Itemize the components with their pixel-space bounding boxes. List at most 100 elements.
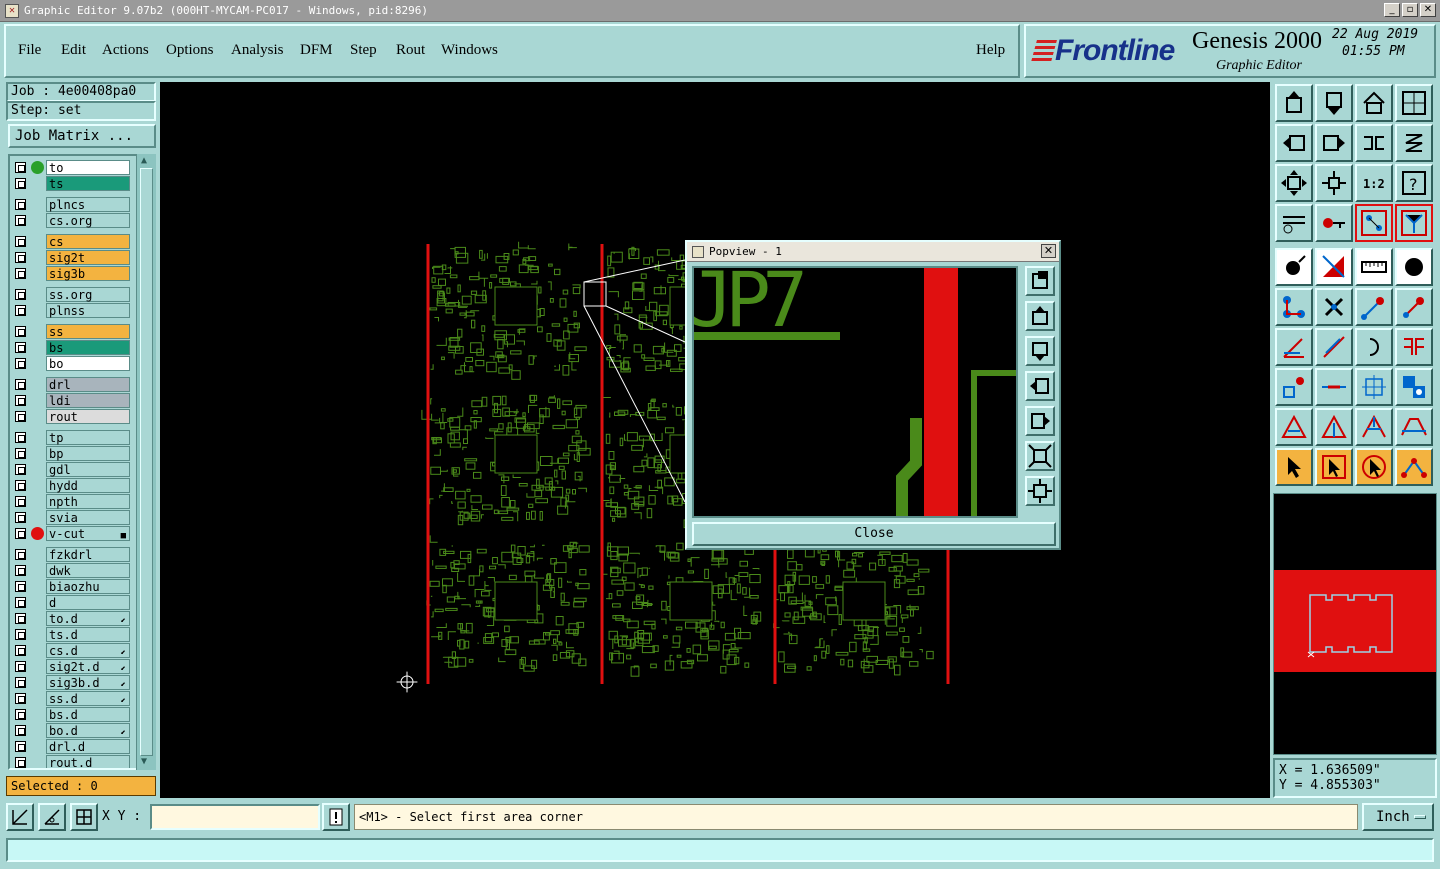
layer-name[interactable]: ss.d ⬋ xyxy=(46,691,130,706)
split-tool-button[interactable] xyxy=(1395,328,1433,366)
layer-checkbox[interactable] xyxy=(15,432,26,443)
layer-checkbox[interactable] xyxy=(15,677,26,688)
layer-name[interactable]: ss xyxy=(46,324,130,339)
layer-name[interactable]: to.d ⬋ xyxy=(46,611,130,626)
popview-zoom-view[interactable]: JP7 xyxy=(688,255,1018,518)
scale-1-2-tool-button[interactable]: 1:2 xyxy=(1355,164,1393,202)
layer-name[interactable]: sig2t.d ⬋ xyxy=(46,659,130,674)
layer-checkbox[interactable] xyxy=(15,236,26,247)
surface-tool-button[interactable] xyxy=(1315,248,1353,286)
layer-checkbox[interactable] xyxy=(15,709,26,720)
layer-name[interactable]: v-cut ■ xyxy=(46,526,130,541)
select-net-tool-button[interactable] xyxy=(1395,448,1433,486)
layer-row[interactable]: rout xyxy=(12,409,130,424)
layer-name[interactable]: gdl xyxy=(46,462,130,477)
key-tool-button[interactable] xyxy=(1315,204,1353,242)
popview-close-icon[interactable]: ✕ xyxy=(1041,244,1056,258)
delete-tool-button[interactable] xyxy=(1315,288,1353,326)
snap-points-tool-button[interactable] xyxy=(1355,204,1393,242)
layer-row[interactable]: cs.d ⬋ xyxy=(12,643,130,658)
layer-checkbox[interactable] xyxy=(15,741,26,752)
menu-actions[interactable]: Actions xyxy=(102,42,149,59)
layer-row[interactable]: plncs xyxy=(12,197,130,212)
layer-checkbox[interactable] xyxy=(15,693,26,704)
layer-checkbox[interactable] xyxy=(15,512,26,523)
message-button[interactable] xyxy=(322,803,350,831)
move-up-tool-button[interactable] xyxy=(1275,84,1313,122)
add-point-tool-button[interactable] xyxy=(1355,288,1393,326)
popview-pan-right-button[interactable] xyxy=(1025,406,1055,436)
select-arrow-tool-button[interactable] xyxy=(1275,448,1313,486)
triangle-arrow-tool-button[interactable] xyxy=(1315,408,1353,446)
minimize-button[interactable]: _ xyxy=(1384,3,1400,17)
layer-row[interactable]: ss.org xyxy=(12,287,130,302)
menu-edit[interactable]: Edit xyxy=(61,42,86,59)
layer-row[interactable]: sig3b.d ⬋ xyxy=(12,675,130,690)
layer-row[interactable]: hydd xyxy=(12,478,130,493)
layer-checkbox[interactable] xyxy=(15,199,26,210)
zoom-home-tool-button[interactable] xyxy=(1275,164,1313,202)
layer-row[interactable]: drl xyxy=(12,377,130,392)
menu-windows[interactable]: Windows xyxy=(441,42,498,59)
layer-row[interactable]: biaozhu xyxy=(12,579,130,594)
panel-overview[interactable] xyxy=(1273,493,1437,755)
layer-row[interactable]: sig3b xyxy=(12,266,130,281)
layer-checkbox[interactable] xyxy=(15,448,26,459)
layer-checkbox[interactable] xyxy=(15,645,26,656)
layer-name[interactable]: sig2t xyxy=(46,250,130,265)
layer-row[interactable]: bs.d xyxy=(12,707,130,722)
triangle-tool-button[interactable] xyxy=(1275,408,1313,446)
layer-checkbox[interactable] xyxy=(15,305,26,316)
layer-name[interactable]: d xyxy=(46,595,130,610)
menu-rout[interactable]: Rout xyxy=(396,42,425,59)
layer-checkbox[interactable] xyxy=(15,661,26,672)
menu-step[interactable]: Step xyxy=(350,42,377,59)
layer-checkbox[interactable] xyxy=(15,613,26,624)
layer-list-scrollbar[interactable]: ▲ ▼ xyxy=(136,154,156,770)
layer-checkbox[interactable] xyxy=(15,581,26,592)
zoom-fit-tool-button[interactable] xyxy=(1315,164,1353,202)
layer-checkbox[interactable] xyxy=(15,342,26,353)
layer-name[interactable]: bo xyxy=(46,356,130,371)
layer-row[interactable]: svia xyxy=(12,510,130,525)
menu-file[interactable]: File xyxy=(18,42,41,59)
layer-row[interactable]: npth xyxy=(12,494,130,509)
move-right-tool-button[interactable] xyxy=(1315,124,1353,162)
select-box-tool-button[interactable] xyxy=(1315,448,1353,486)
layer-name[interactable]: rout xyxy=(46,409,130,424)
select-circle-tool-button[interactable] xyxy=(1355,448,1393,486)
layer-name[interactable]: drl.d xyxy=(46,739,130,754)
layer-checkbox[interactable] xyxy=(15,178,26,189)
popview-close-button[interactable]: Close xyxy=(692,522,1056,546)
snap-angle-button[interactable] xyxy=(38,803,66,831)
layer-name[interactable]: npth xyxy=(46,494,130,509)
layer-name[interactable]: cs xyxy=(46,234,130,249)
layer-name[interactable]: cs.d ⬋ xyxy=(46,643,130,658)
home-tool-button[interactable] xyxy=(1355,84,1393,122)
menu-dfm[interactable]: DFM xyxy=(300,42,333,59)
scroll-thumb[interactable] xyxy=(140,168,153,756)
align-tool-button[interactable] xyxy=(1355,368,1393,406)
menu-options[interactable]: Options xyxy=(166,42,214,59)
job-matrix-button[interactable]: Job Matrix ... xyxy=(8,124,156,148)
menu-help[interactable]: Help xyxy=(976,42,1005,59)
menu-analysis[interactable]: Analysis xyxy=(231,42,284,59)
layer-name[interactable]: plncs xyxy=(46,197,130,212)
layer-row[interactable]: fzkdrl xyxy=(12,547,130,562)
move-left-tool-button[interactable] xyxy=(1275,124,1313,162)
layer-row[interactable]: bo.d ⬋ xyxy=(12,723,130,738)
layer-row[interactable]: plnss xyxy=(12,303,130,318)
popview-pan-up-button[interactable] xyxy=(1025,301,1055,331)
maximize-button[interactable]: ▫ xyxy=(1402,3,1418,17)
layer-checkbox[interactable] xyxy=(15,528,26,539)
chevron-tool-button[interactable] xyxy=(1395,408,1433,446)
layer-checkbox[interactable] xyxy=(15,597,26,608)
line-tool-button[interactable] xyxy=(1315,328,1353,366)
layer-name[interactable]: sig3b xyxy=(46,266,130,281)
connect-tool-button[interactable] xyxy=(1275,288,1313,326)
layer-name[interactable]: plnss xyxy=(46,303,130,318)
scroll-down-icon[interactable]: ▼ xyxy=(141,756,147,767)
layer-name[interactable]: bp xyxy=(46,446,130,461)
popview-zoom-out-button[interactable] xyxy=(1025,476,1055,506)
segment-tool-button[interactable] xyxy=(1315,368,1353,406)
